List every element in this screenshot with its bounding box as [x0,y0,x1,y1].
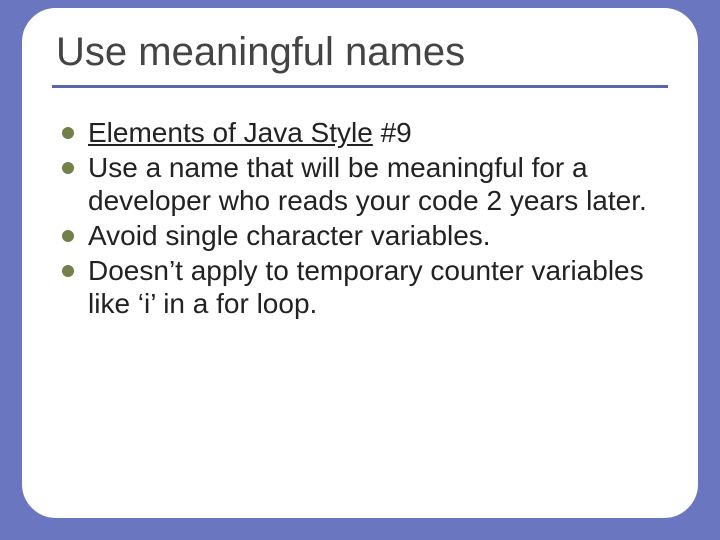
list-item-text: #9 [373,117,412,148]
slide-card: Use meaningful names Elements of Java St… [20,6,700,520]
list-item: Avoid single character variables. [62,219,664,252]
slide-title: Use meaningful names [56,30,668,75]
slide-background: Use meaningful names Elements of Java St… [0,0,720,540]
list-item-text: Use a name that will be meaningful for a… [88,152,647,216]
list-item: Use a name that will be meaningful for a… [62,151,664,217]
bullet-list: Elements of Java Style #9 Use a name tha… [52,116,668,320]
underline-text: Elements of Java Style [88,117,373,148]
list-item-text: Avoid single character variables. [88,220,491,251]
title-rule [52,85,668,88]
list-item: Elements of Java Style #9 [62,116,664,149]
list-item-text: Doesn’t apply to temporary counter varia… [88,255,644,319]
list-item: Doesn’t apply to temporary counter varia… [62,254,664,320]
